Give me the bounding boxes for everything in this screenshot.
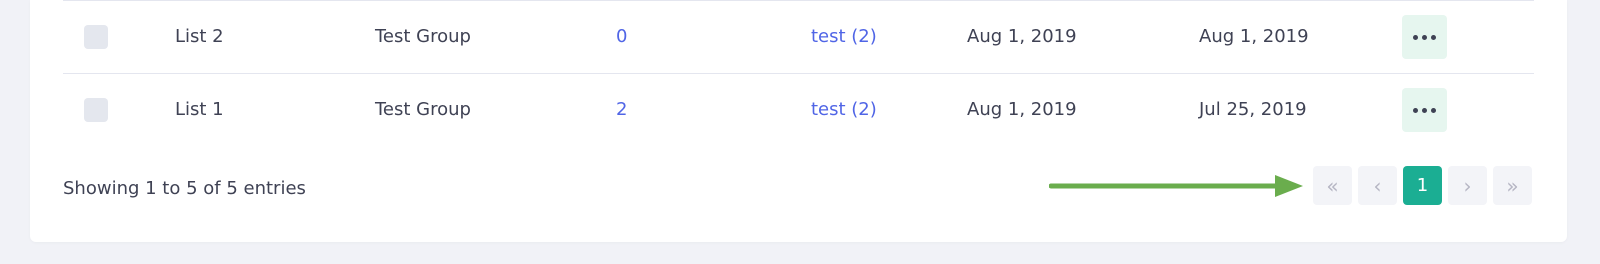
date-created-cell: Aug 1, 2019	[967, 26, 1077, 47]
pagination-first-button[interactable]: «	[1313, 166, 1352, 205]
more-horizontal-icon	[1413, 34, 1436, 40]
table-row: List 2 Test Group 0 test (2) Aug 1, 2019…	[63, 1, 1534, 74]
list-name-cell: List 2	[175, 26, 224, 47]
subscriber-count-link[interactable]: 2	[616, 74, 627, 146]
pagination-last-button[interactable]: »	[1493, 166, 1532, 205]
pagination-prev-button[interactable]: ‹	[1358, 166, 1397, 205]
row-select-checkbox[interactable]	[84, 25, 108, 49]
row-select-checkbox[interactable]	[84, 98, 108, 122]
subscriber-count-link[interactable]: 0	[616, 1, 627, 73]
date-updated-cell: Aug 1, 2019	[1199, 26, 1309, 47]
entries-info-text: Showing 1 to 5 of 5 entries	[63, 178, 306, 199]
list-group-cell: Test Group	[375, 99, 471, 120]
date-updated-cell: Jul 25, 2019	[1199, 99, 1307, 120]
row-actions-button[interactable]	[1402, 88, 1447, 132]
list-group-cell: Test Group	[375, 26, 471, 47]
segments-link[interactable]: test (2)	[811, 74, 877, 146]
list-name-cell: List 1	[175, 99, 224, 120]
double-chevron-left-icon: «	[1326, 173, 1339, 198]
row-actions-button[interactable]	[1402, 15, 1447, 59]
annotation-arrow	[1049, 175, 1303, 197]
pagination-next-button[interactable]: ›	[1448, 166, 1487, 205]
more-horizontal-icon	[1413, 107, 1436, 113]
table-row: List 1 Test Group 2 test (2) Aug 1, 2019…	[63, 74, 1534, 146]
date-created-cell: Aug 1, 2019	[967, 99, 1077, 120]
double-chevron-right-icon: »	[1506, 173, 1519, 198]
segments-link[interactable]: test (2)	[811, 1, 877, 73]
chevron-left-icon: ‹	[1373, 173, 1382, 198]
chevron-right-icon: ›	[1463, 173, 1472, 198]
pagination-page-1-button[interactable]: 1	[1403, 166, 1442, 205]
